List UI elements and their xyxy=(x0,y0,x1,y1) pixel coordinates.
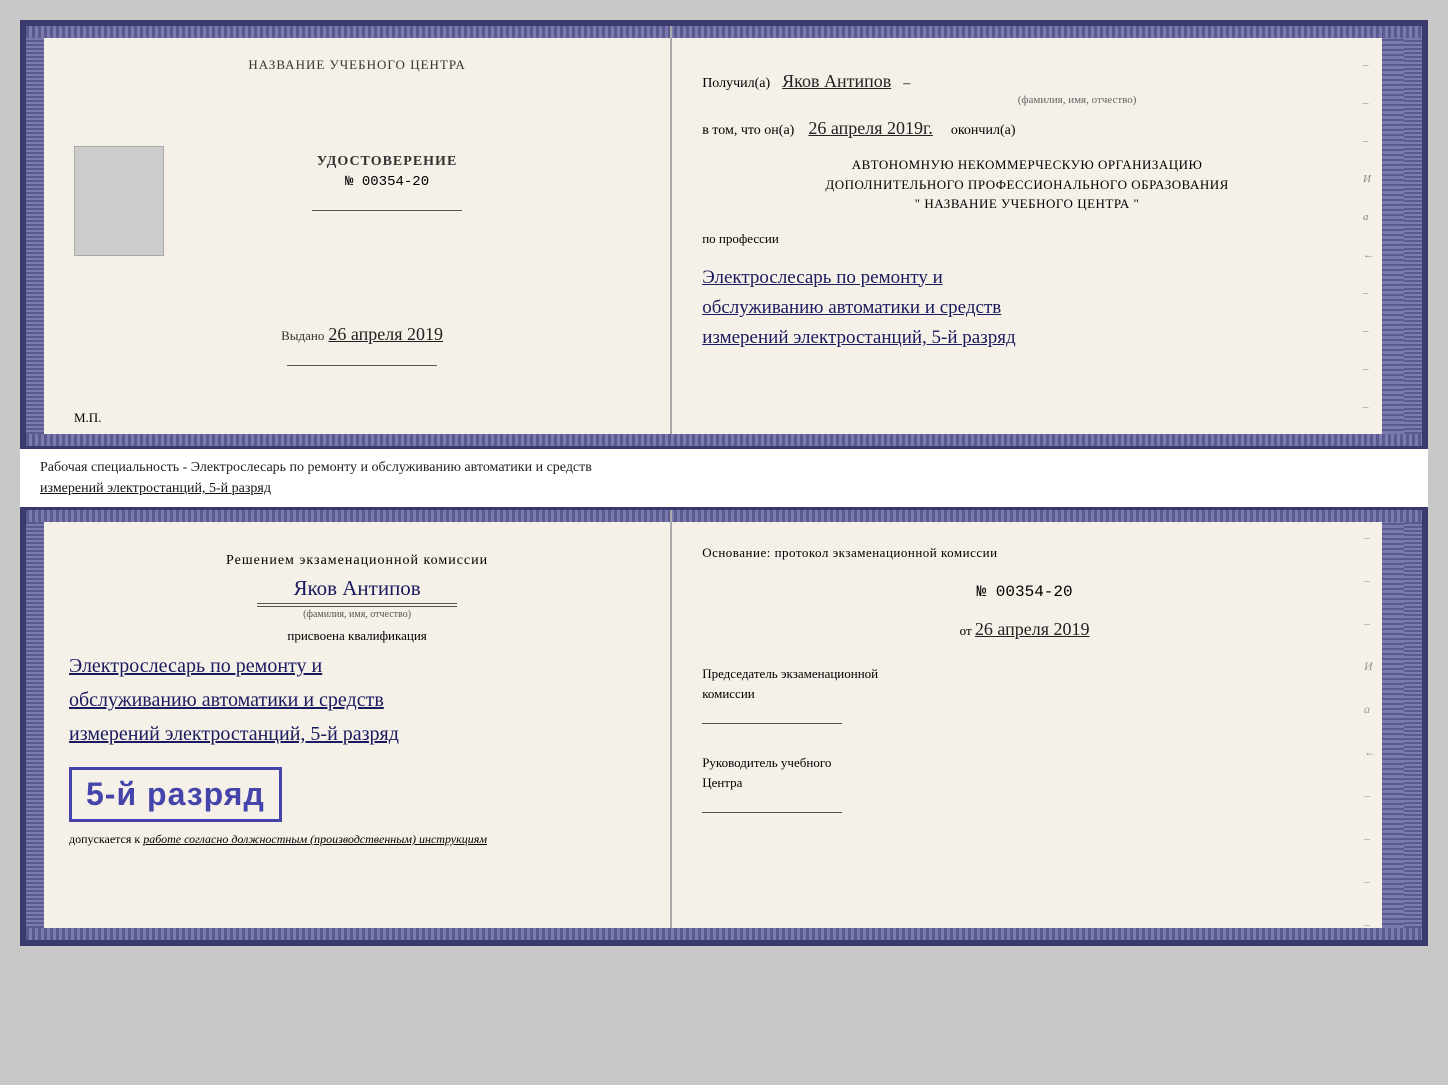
vtom-line: в том, что он(а) 26 апреля 2019г. окончи… xyxy=(702,118,1352,139)
fio-label-top: (фамилия, имя, отчество) xyxy=(802,94,1352,106)
ot-date: от 26 апреля 2019 xyxy=(702,619,1347,640)
rukovoditel-block: Руководитель учебного Центра xyxy=(702,753,1347,813)
qual-line3: измерений электростанций, 5-й разряд xyxy=(69,717,645,751)
okonchil-label: окончил(а) xyxy=(951,123,1016,139)
specialty-line2: измерений электростанций, 5-й разряд xyxy=(40,481,271,496)
udostoverenie-block: УДОСТОВЕРЕНИЕ № 00354-20 xyxy=(312,154,462,211)
poprofessii-label: по профессии xyxy=(702,231,1352,247)
number-label: № xyxy=(977,583,987,601)
org-line3: " НАЗВАНИЕ УЧЕБНОГО ЦЕНТРА " xyxy=(702,194,1352,214)
vydano-line xyxy=(287,365,437,366)
bottom-left-page: Решением экзаменационной комиссии Яков А… xyxy=(44,510,672,940)
qual-line2: обслуживанию автоматики и средств xyxy=(69,683,645,717)
vtom-label: в том, что он(а) xyxy=(702,123,794,139)
chairman-line1: Председатель экзаменационной xyxy=(702,664,1347,684)
poluchil-label: Получил(а) xyxy=(702,76,770,91)
dash-col-bottom: –––Иа←–––– xyxy=(1364,530,1376,932)
org-line2: ДОПОЛНИТЕЛЬНОГО ПРОФЕССИОНАЛЬНОГО ОБРАЗО… xyxy=(702,175,1352,195)
profession-line1: Электрослесарь по ремонту и xyxy=(702,263,1352,293)
razryad-stamp: 5-й разряд xyxy=(69,767,282,822)
bottom-texture-bottom xyxy=(26,928,1422,940)
rukovoditel-line1: Руководитель учебного xyxy=(702,753,1347,773)
prisvoyena-text: присвоена квалификация xyxy=(69,628,645,644)
profession-line3: измерений электростанций, 5-й разряд xyxy=(702,323,1352,353)
org-name-top: НАЗВАНИЕ УЧЕБНОГО ЦЕНТРА xyxy=(248,56,465,74)
signature-line-top xyxy=(312,210,462,211)
protocol-num-value: 00354-20 xyxy=(996,583,1073,601)
left-spine-bottom xyxy=(26,510,44,940)
ot-label: от xyxy=(960,623,972,638)
top-certificate: НАЗВАНИЕ УЧЕБНОГО ЦЕНТРА УДОСТОВЕРЕНИЕ №… xyxy=(20,20,1428,449)
udostoverenie-title: УДОСТОВЕРЕНИЕ xyxy=(312,154,462,170)
qual-line1: Электрослесарь по ремонту и xyxy=(69,649,645,683)
date-value-top: 26 апреля 2019г. xyxy=(808,118,933,139)
mp-label: М.П. xyxy=(74,410,101,426)
specialty-line1: Рабочая специальность - Электрослесарь п… xyxy=(40,460,592,475)
osnovanie-title: Основание: протокол экзаменационной коми… xyxy=(702,545,1347,561)
vydano-label: Выдано xyxy=(281,328,324,343)
photo-placeholder xyxy=(74,146,164,256)
resheniem-title: Решением экзаменационной комиссии xyxy=(69,550,645,571)
rukovoditel-line2: Центра xyxy=(702,773,1347,793)
right-dashes: –––Иа←–––– xyxy=(1363,46,1374,426)
profession-text: Электрослесарь по ремонту и обслуживанию… xyxy=(702,263,1352,354)
right-spine xyxy=(1404,26,1422,446)
protocol-number: № 00354-20 xyxy=(702,583,1347,601)
protocol-date: 26 апреля 2019 xyxy=(975,619,1090,639)
qualification-text: Электрослесарь по ремонту и обслуживанию… xyxy=(69,649,645,751)
right-spine-bottom xyxy=(1404,510,1422,940)
center-spine-bottom xyxy=(1382,510,1404,940)
certificate-left-page: НАЗВАНИЕ УЧЕБНОГО ЦЕНТРА УДОСТОВЕРЕНИЕ №… xyxy=(44,26,672,446)
chairman-line2: комиссии xyxy=(702,684,1347,704)
dopuskaetsya-label: допускается к xyxy=(69,832,140,846)
bottom-texture-top xyxy=(26,434,1422,446)
center-spine xyxy=(1382,26,1404,446)
left-spine xyxy=(26,26,44,446)
dopuskaetsya-value: работе согласно должностным (производств… xyxy=(143,832,487,846)
vydano-date: 26 апреля 2019 xyxy=(328,324,443,344)
specialty-text-section: Рабочая специальность - Электрослесарь п… xyxy=(20,449,1428,507)
rukovoditel-signature-line xyxy=(702,812,842,813)
cert-number-top: № 00354-20 xyxy=(312,174,462,190)
dopuskaetsya-text: допускается к работе согласно должностны… xyxy=(69,830,645,848)
org-line1: АВТОНОМНУЮ НЕКОММЕРЧЕСКУЮ ОРГАНИЗАЦИЮ xyxy=(702,155,1352,175)
vydano-block: Выдано 26 апреля 2019 xyxy=(74,324,650,366)
fio-handwritten: Яков Антипов xyxy=(69,576,645,601)
bottom-certificate: Решением экзаменационной комиссии Яков А… xyxy=(20,507,1428,946)
recipient-name-top: Яков Антипов xyxy=(782,71,891,91)
bottom-right-page: Основание: протокол экзаменационной коми… xyxy=(672,510,1382,940)
profession-line2: обслуживанию автоматики и средств xyxy=(702,293,1352,323)
fio-label-bottom: (фамилия, имя, отчество) xyxy=(257,606,457,620)
chairman-block: Председатель экзаменационной комиссии xyxy=(702,664,1347,724)
org-text-top: АВТОНОМНУЮ НЕКОММЕРЧЕСКУЮ ОРГАНИЗАЦИЮ ДО… xyxy=(702,155,1352,214)
chairman-signature-line xyxy=(702,723,842,724)
certificate-right-page: Получил(а) Яков Антипов – (фамилия, имя,… xyxy=(672,26,1382,446)
